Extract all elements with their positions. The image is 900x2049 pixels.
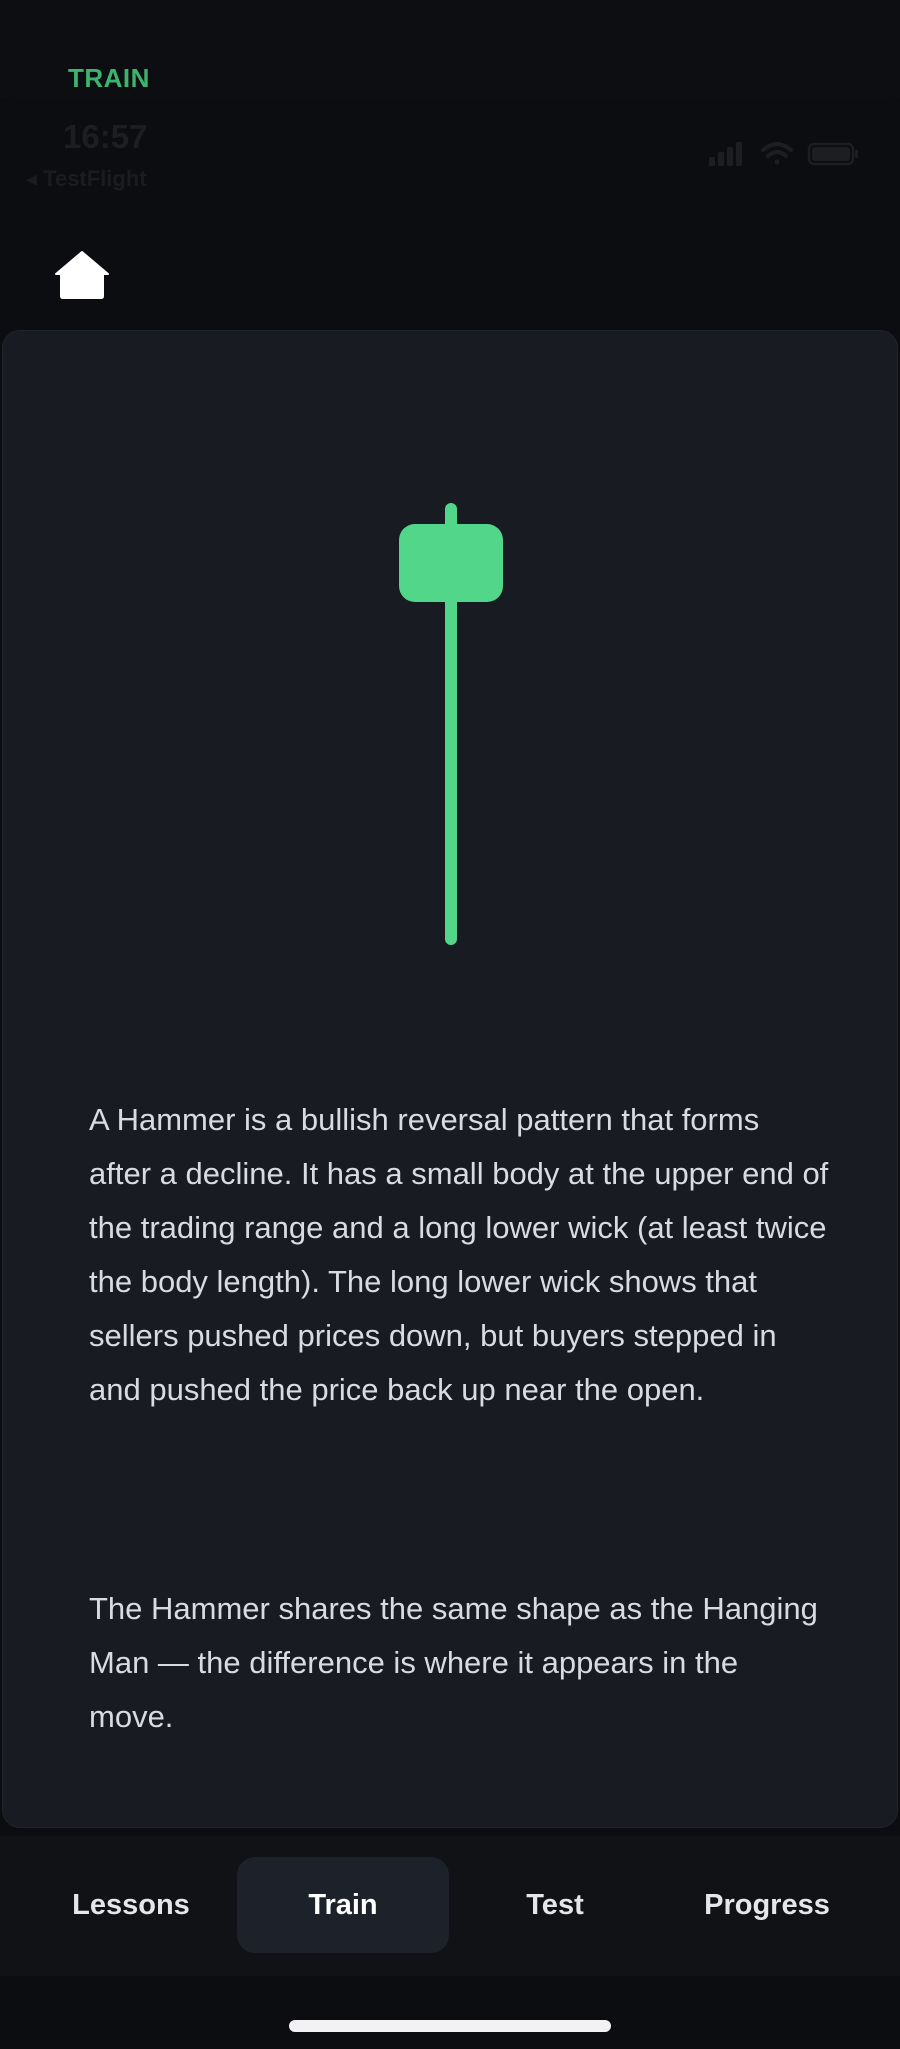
lesson-card: A Hammer is a bullish reversal pattern t…: [2, 330, 898, 1828]
candle-body: [399, 524, 503, 602]
status-time: 16:57: [63, 118, 148, 155]
tab-progress[interactable]: Progress: [661, 1857, 873, 1953]
tab-test[interactable]: Test: [449, 1857, 661, 1953]
battery-icon: [807, 142, 858, 166]
hammer-candle-illustration: [399, 503, 503, 945]
bottom-tab-bar: Lessons Train Test Progress: [0, 1836, 900, 1976]
status-icons: [709, 142, 858, 166]
wifi-icon: [761, 142, 793, 165]
testflight-back-link[interactable]: ◂ TestFlight: [26, 166, 147, 192]
home-indicator[interactable]: [289, 2020, 611, 2032]
home-button[interactable]: [54, 250, 110, 300]
home-icon: [55, 251, 109, 299]
tab-train[interactable]: Train: [237, 1857, 449, 1953]
tab-lessons[interactable]: Lessons: [25, 1857, 237, 1953]
lesson-description: A Hammer is a bullish reversal pattern t…: [89, 1102, 829, 1407]
cellular-signal-icon: [709, 142, 742, 166]
mode-label: TRAIN: [68, 63, 150, 93]
app-screen: TRAIN 16:57 ◂ TestFlight A Hammer is a b: [0, 0, 900, 2049]
lesson-note: The Hammer shares the same shape as the …: [89, 1591, 818, 1734]
